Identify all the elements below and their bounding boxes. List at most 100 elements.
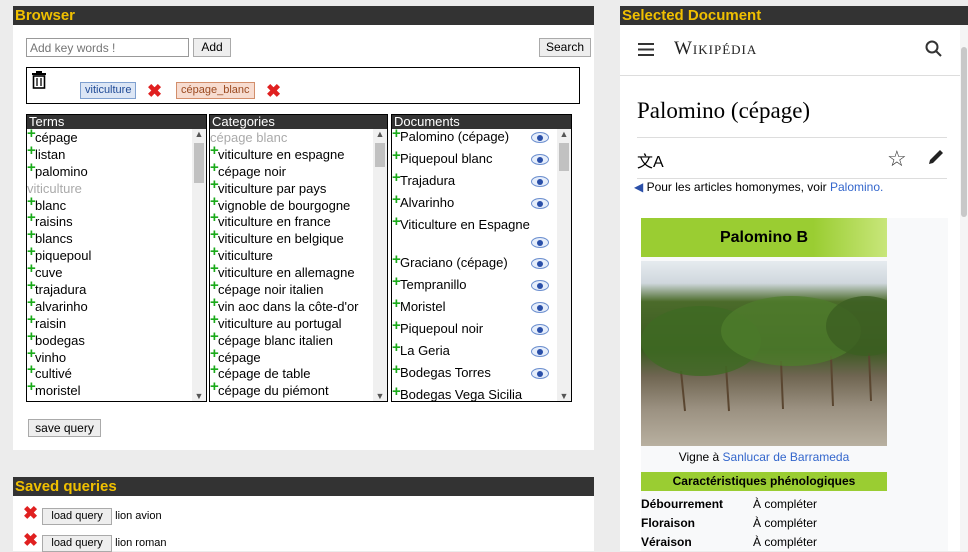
add-icon[interactable]: + xyxy=(27,329,36,344)
list-item[interactable]: +cépage noir italien xyxy=(210,278,373,298)
document-item[interactable]: +La Geria xyxy=(392,340,557,365)
remove-tag-icon[interactable]: ✖ xyxy=(147,82,162,100)
edit-icon[interactable] xyxy=(927,148,945,166)
eye-icon[interactable] xyxy=(531,324,549,335)
add-icon[interactable]: + xyxy=(210,160,219,175)
save-query-button[interactable]: save query xyxy=(28,419,101,437)
document-item[interactable]: +Bodegas Vega Sicilia xyxy=(392,384,557,401)
add-icon[interactable]: + xyxy=(392,129,401,141)
add-icon[interactable]: + xyxy=(27,278,36,293)
wiki-logo[interactable]: Wikipédia xyxy=(674,38,757,60)
eye-icon[interactable] xyxy=(531,280,549,291)
add-icon[interactable]: + xyxy=(392,274,401,289)
add-icon[interactable]: + xyxy=(210,295,219,310)
load-query-button[interactable]: load query xyxy=(42,535,113,552)
add-icon[interactable]: + xyxy=(392,362,401,377)
scroll-up-icon[interactable]: ▲ xyxy=(192,129,206,139)
list-item[interactable]: +palomino xyxy=(27,160,192,180)
list-item[interactable]: +viticulture par pays xyxy=(210,177,373,197)
list-item[interactable]: +raisin xyxy=(27,312,192,332)
keyword-input[interactable] xyxy=(26,38,189,57)
add-icon[interactable]: + xyxy=(210,143,219,158)
categories-list[interactable]: Categories cépage blanc +viticulture en e… xyxy=(209,114,388,402)
document-item[interactable]: +Moristel xyxy=(392,296,557,321)
list-item[interactable]: +raisins xyxy=(27,210,192,230)
remove-tag-icon[interactable]: ✖ xyxy=(266,82,281,100)
add-icon[interactable]: + xyxy=(27,312,36,327)
eye-icon[interactable] xyxy=(531,132,549,143)
add-icon[interactable]: + xyxy=(27,129,36,141)
eye-icon[interactable] xyxy=(531,154,549,165)
list-item[interactable]: +vinho xyxy=(27,346,192,366)
list-item[interactable]: +trajadura xyxy=(27,278,192,298)
delete-query-icon[interactable]: ✖ xyxy=(23,531,39,549)
add-icon[interactable]: + xyxy=(27,143,36,158)
list-item[interactable]: +cépage noir xyxy=(210,160,373,180)
scrollbar-thumb[interactable] xyxy=(559,143,569,171)
add-icon[interactable]: + xyxy=(392,148,401,163)
add-icon[interactable]: + xyxy=(210,177,219,192)
homonym-link[interactable]: Palomino. xyxy=(830,180,883,194)
list-item[interactable]: +viticulture xyxy=(210,244,373,264)
search-button[interactable]: Search xyxy=(539,38,591,57)
add-icon[interactable]: + xyxy=(210,210,219,225)
add-keyword-button[interactable]: Add xyxy=(193,38,231,57)
add-icon[interactable]: + xyxy=(210,312,219,327)
add-icon[interactable]: + xyxy=(392,170,401,185)
add-icon[interactable]: + xyxy=(210,362,219,377)
list-item[interactable]: +listan xyxy=(27,143,192,163)
menu-icon[interactable] xyxy=(638,43,654,56)
list-item[interactable]: +blanc xyxy=(27,194,192,214)
eye-icon[interactable] xyxy=(531,237,549,248)
add-icon[interactable]: + xyxy=(27,261,36,276)
list-item[interactable]: +cépage xyxy=(27,129,192,146)
scrollbar-thumb[interactable] xyxy=(375,143,385,167)
caption-link[interactable]: Sanlucar de Barrameda xyxy=(723,450,850,464)
eye-icon[interactable] xyxy=(531,346,549,357)
list-item[interactable]: +cuve xyxy=(27,261,192,281)
documents-scrollbar[interactable]: ▲ ▼ xyxy=(557,129,571,401)
scroll-up-icon[interactable]: ▲ xyxy=(557,129,571,139)
add-icon[interactable]: + xyxy=(392,192,401,207)
eye-icon[interactable] xyxy=(531,176,549,187)
tag-cepage-blanc[interactable]: cépage_blanc xyxy=(176,82,255,99)
list-item[interactable]: viticulture xyxy=(27,180,192,197)
eye-icon[interactable] xyxy=(531,302,549,313)
terms-list[interactable]: Terms +cépage +listan +palomino viticulture… xyxy=(26,114,207,402)
star-icon[interactable]: ☆ xyxy=(887,146,907,172)
load-query-button[interactable]: load query xyxy=(42,508,113,525)
add-icon[interactable]: + xyxy=(27,362,36,377)
list-item[interactable]: +vin aoc dans la côte-d'or xyxy=(210,295,373,315)
categories-scrollbar[interactable]: ▲ ▼ xyxy=(373,129,387,401)
list-item[interactable]: +viticulture en allemagne xyxy=(210,261,373,281)
document-item[interactable]: +Piquepoul noir xyxy=(392,318,557,343)
eye-icon[interactable] xyxy=(531,258,549,269)
add-icon[interactable]: + xyxy=(210,329,219,344)
scroll-down-icon[interactable]: ▼ xyxy=(373,391,387,401)
add-icon[interactable]: + xyxy=(27,160,36,175)
document-item[interactable]: +Piquepoul blanc xyxy=(392,148,557,173)
document-item[interactable]: +Graciano (cépage) xyxy=(392,252,557,277)
add-icon[interactable]: + xyxy=(27,244,36,259)
scrollbar-thumb[interactable] xyxy=(961,47,967,217)
add-icon[interactable]: + xyxy=(392,296,401,311)
list-item[interactable]: +viticulture en espagne xyxy=(210,143,373,163)
add-icon[interactable]: + xyxy=(27,227,36,242)
list-item[interactable]: +bodegas xyxy=(27,329,192,349)
add-icon[interactable]: + xyxy=(210,244,219,259)
list-item[interactable]: +viticulture au portugal xyxy=(210,312,373,332)
eye-icon[interactable] xyxy=(531,368,549,379)
vineyard-image[interactable] xyxy=(641,261,887,446)
list-item[interactable]: +piquepoul xyxy=(27,244,192,264)
document-item[interactable]: +Palomino (cépage) xyxy=(392,129,557,151)
add-icon[interactable]: + xyxy=(392,318,401,333)
document-item[interactable]: +Trajadura xyxy=(392,170,557,195)
scroll-up-icon[interactable]: ▲ xyxy=(373,129,387,139)
add-icon[interactable]: + xyxy=(210,278,219,293)
scroll-down-icon[interactable]: ▼ xyxy=(192,391,206,401)
document-item[interactable]: +Viticulture en Espagne xyxy=(392,214,557,255)
list-item[interactable]: +alvarinho xyxy=(27,295,192,315)
add-icon[interactable]: + xyxy=(27,194,36,209)
add-icon[interactable]: + xyxy=(27,346,36,361)
documents-list[interactable]: Documents +Palomino (cépage) +Piquepoul b… xyxy=(391,114,572,402)
